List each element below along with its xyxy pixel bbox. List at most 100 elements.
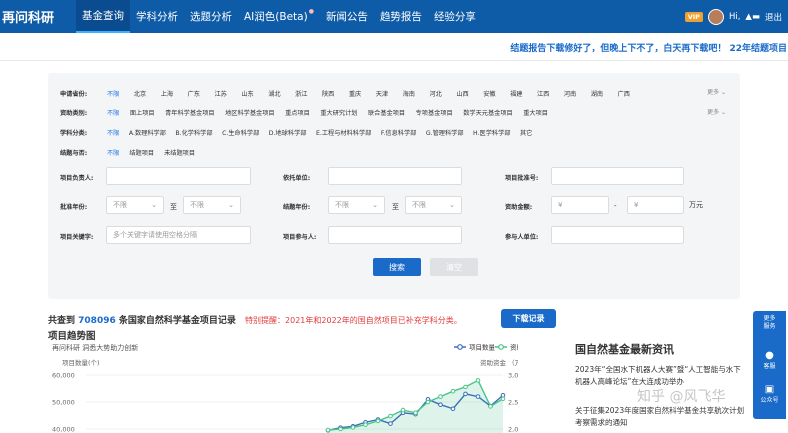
chevron-down-icon: ⌄ bbox=[151, 201, 157, 209]
download-records-button[interactable]: 下载记录 bbox=[501, 309, 556, 328]
province-option[interactable]: 广东 bbox=[188, 89, 200, 98]
more-service-button[interactable]: 更多服务 bbox=[753, 315, 786, 331]
approval-no-label: 项目批准号: bbox=[505, 175, 539, 182]
province-option[interactable]: 湖北 bbox=[268, 89, 280, 98]
province-option[interactable]: 广西 bbox=[618, 89, 630, 98]
province-option[interactable]: 上海 bbox=[161, 89, 173, 98]
province-option[interactable]: 福建 bbox=[510, 89, 522, 98]
province-option[interactable]: 海南 bbox=[403, 89, 415, 98]
site-logo[interactable]: 再问科研 bbox=[0, 7, 76, 26]
discipline-option[interactable]: E.工程与材料科学部 bbox=[316, 128, 371, 137]
discipline-option[interactable]: 不限 bbox=[107, 128, 119, 137]
funding-type-option[interactable]: 青年科学基金项目 bbox=[165, 108, 215, 117]
more-funding-toggle[interactable]: 更多 ⌄ bbox=[707, 107, 726, 116]
concluded-option[interactable]: 结题项目 bbox=[129, 148, 154, 157]
concluded-option[interactable]: 未结题项目 bbox=[164, 148, 195, 157]
province-option[interactable]: 陕西 bbox=[322, 89, 334, 98]
conclude-year-label: 结题年份: bbox=[283, 204, 311, 211]
funding-point bbox=[400, 407, 406, 413]
to-label: 至 bbox=[392, 203, 399, 211]
official-account-button[interactable]: ▣ 公众号 bbox=[753, 384, 786, 404]
nav-fund-search[interactable]: 基金查询 bbox=[76, 0, 130, 33]
province-option[interactable]: 河南 bbox=[564, 89, 576, 98]
discipline-option[interactable]: D.地球科学部 bbox=[269, 128, 307, 137]
discipline-option[interactable]: A.数理科学部 bbox=[129, 128, 166, 137]
province-option[interactable]: 河北 bbox=[430, 89, 442, 98]
discipline-option[interactable]: G.管理科学部 bbox=[426, 128, 464, 137]
funding-point bbox=[450, 388, 456, 394]
announcement-ticker[interactable]: 结题报告下载修好了，但晚上下不了，白天再下载吧！ 22年结题项目 bbox=[0, 33, 788, 61]
nav-ai-polish[interactable]: AI润色(Beta) ● bbox=[238, 0, 320, 33]
funding-type-option[interactable]: 专项基金项目 bbox=[416, 108, 453, 117]
conclude-year-to-select[interactable]: 不限 ⌄ bbox=[405, 196, 462, 214]
search-button[interactable]: 搜索 bbox=[373, 258, 421, 276]
approval-year-to-select[interactable]: 不限 ⌄ bbox=[183, 196, 241, 214]
funding-type-option[interactable]: 不限 bbox=[107, 108, 119, 117]
y2-tick-label: 2,000,000 bbox=[508, 426, 518, 433]
funding-type-option[interactable]: 重点项目 bbox=[285, 108, 310, 117]
discipline-option[interactable]: C.生命科学部 bbox=[222, 128, 259, 137]
funding-point bbox=[425, 399, 431, 405]
funding-point bbox=[500, 396, 506, 402]
funding-point bbox=[438, 394, 443, 399]
province-option[interactable]: 山东 bbox=[241, 89, 253, 98]
chevron-down-icon: ⌄ bbox=[228, 201, 234, 209]
discipline-option[interactable]: 其它 bbox=[520, 128, 532, 137]
vip-badge[interactable]: VIP bbox=[684, 11, 703, 22]
approval-no-input[interactable] bbox=[551, 167, 684, 185]
news-item[interactable]: 2023年“全国水下机器人大赛”暨“人工智能与水下机器人高峰论坛”在大连成功举办 bbox=[575, 364, 745, 388]
funding-type-option[interactable]: 重大项目 bbox=[523, 108, 548, 117]
amount-to-input[interactable]: ¥ bbox=[627, 196, 684, 214]
currency-symbol: ¥ bbox=[558, 201, 563, 209]
nav-news[interactable]: 新闻公告 bbox=[320, 0, 374, 33]
clear-button[interactable]: 清空 bbox=[430, 258, 478, 276]
select-value: 不限 bbox=[335, 201, 349, 209]
funding-type-option[interactable]: 重大研究计划 bbox=[320, 108, 357, 117]
discipline-option[interactable]: H.医学科学部 bbox=[473, 128, 510, 137]
funding-type-option[interactable]: 面上项目 bbox=[130, 108, 155, 117]
news-item[interactable]: 关于征集2023年度国家自然科学基金共享航次计划考察需求的通知 bbox=[575, 405, 745, 429]
y2-tick-label: 3,000,000 bbox=[508, 372, 518, 380]
province-option[interactable]: 重庆 bbox=[349, 89, 361, 98]
y-tick-label: 40,000 bbox=[52, 426, 75, 433]
province-option[interactable]: 北京 bbox=[134, 89, 146, 98]
keyword-input[interactable]: 多个关键字请使用空格分隔 bbox=[106, 226, 251, 244]
customer-service-button[interactable]: ● 客服 bbox=[753, 350, 786, 370]
province-option[interactable]: 山西 bbox=[456, 89, 468, 98]
discipline-option[interactable]: B.化学科学部 bbox=[175, 128, 212, 137]
funding-type-option[interactable]: 联合基金项目 bbox=[368, 108, 405, 117]
nav-topic-analysis[interactable]: 选题分析 bbox=[184, 0, 238, 33]
conclude-year-from-select[interactable]: 不限 ⌄ bbox=[328, 196, 385, 214]
province-option[interactable]: 浙江 bbox=[295, 89, 307, 98]
province-option[interactable]: 江苏 bbox=[215, 89, 227, 98]
nav-label: 经验分享 bbox=[433, 11, 476, 23]
unit-input[interactable] bbox=[328, 167, 462, 185]
nav-experience[interactable]: 经验分享 bbox=[428, 0, 482, 33]
funding-point bbox=[388, 413, 393, 419]
project-count-point bbox=[463, 391, 468, 397]
nav-discipline-analysis[interactable]: 学科分析 bbox=[130, 0, 184, 33]
province-option[interactable]: 湖南 bbox=[591, 89, 603, 98]
username[interactable]: ▲▬ bbox=[745, 12, 760, 22]
logout-link[interactable]: 退出 bbox=[765, 11, 782, 23]
province-option[interactable]: 不限 bbox=[107, 89, 119, 98]
funding-type-option[interactable]: 地区科学基金项目 bbox=[225, 108, 275, 117]
wechat-icon: ● bbox=[765, 350, 774, 361]
avatar[interactable] bbox=[707, 8, 724, 25]
amount-from-input[interactable]: ¥ bbox=[551, 196, 609, 214]
province-option[interactable]: 安徽 bbox=[483, 89, 495, 98]
funding-point bbox=[488, 404, 493, 409]
concluded-option[interactable]: 不限 bbox=[107, 148, 119, 157]
nav-label: AI润色(Beta) bbox=[244, 11, 308, 23]
participant-unit-input[interactable] bbox=[551, 226, 684, 244]
leader-input[interactable] bbox=[106, 167, 251, 185]
approval-year-from-select[interactable]: 不限 ⌄ bbox=[106, 196, 164, 214]
province-option[interactable]: 天津 bbox=[376, 89, 388, 98]
filter-label: 申请省份: bbox=[60, 91, 88, 98]
more-provinces-toggle[interactable]: 更多 ⌄ bbox=[707, 87, 726, 96]
funding-type-option[interactable]: 数学天元基金项目 bbox=[463, 108, 513, 117]
nav-trend-report[interactable]: 趋势报告 bbox=[374, 0, 428, 33]
discipline-option[interactable]: F.信息科学部 bbox=[381, 128, 416, 137]
participant-input[interactable] bbox=[328, 226, 462, 244]
province-option[interactable]: 江西 bbox=[537, 89, 549, 98]
